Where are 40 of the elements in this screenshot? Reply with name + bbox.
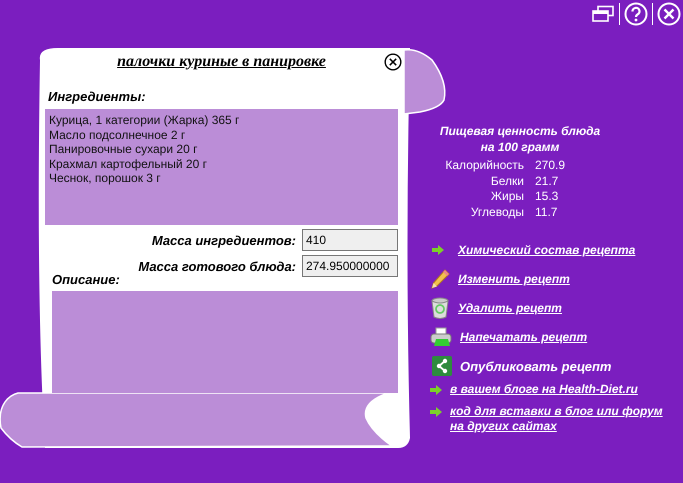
ingredients-label: Ингредиенты:	[48, 89, 147, 104]
action-link[interactable]: Химический состав рецепта	[458, 243, 636, 257]
mass-label: Масса готового блюда:	[138, 258, 296, 274]
action-link[interactable]: Удалить рецепт	[458, 301, 562, 315]
nutrient-value: 11.7	[535, 204, 558, 220]
nutrition-heading: на 100 грамм	[480, 139, 560, 155]
arrow-icon	[432, 245, 444, 255]
description-label: Описание:	[52, 272, 121, 287]
printer-icon	[430, 327, 452, 347]
mass-field[interactable]: 410	[302, 229, 398, 251]
recipe-title: палочки куриные в панировке	[117, 53, 326, 71]
action-link[interactable]: Изменить рецепт	[458, 272, 570, 286]
description-field[interactable]	[52, 291, 398, 393]
trash-can-icon	[431, 297, 449, 319]
arrow-icon	[430, 385, 442, 395]
nutrient-value: 21.7	[535, 174, 560, 189]
ingredient-line: Масло подсолнечное 2 г	[49, 128, 186, 142]
nutrient-name: Белки	[490, 174, 524, 189]
mass-label: Масса ингредиентов:	[152, 232, 296, 248]
publish-heading: Опубликовать рецепт	[460, 358, 612, 374]
publish-link[interactable]: в вашем блоге на Health-Diet.ru	[450, 382, 674, 397]
nutrient-name: Углеводы	[470, 204, 524, 220]
mass-field[interactable]: 274.950000000	[302, 255, 398, 277]
action-link[interactable]: Напечатать рецепт	[460, 330, 588, 344]
nutrient-name: Калорийность	[444, 158, 524, 174]
restore-window-icon[interactable]	[591, 5, 615, 23]
close-icon[interactable]	[384, 53, 402, 71]
nutrient-value: 15.3	[535, 189, 560, 204]
ingredient-line: Крахмал картофельный 20 г	[49, 156, 208, 171]
nutrition-heading: Пищевая ценность блюда	[440, 123, 600, 139]
arrow-icon	[430, 407, 442, 417]
ingredient-line: Панировочные сухари 20 г	[49, 142, 198, 156]
nutrient-name: Жиры	[490, 189, 524, 204]
pencil-icon	[430, 269, 450, 289]
help-icon[interactable]	[624, 2, 648, 26]
ingredient-line: Курица, 1 категории (Жарка) 365 г	[49, 113, 240, 128]
publish-link[interactable]: код для вставки в блог или форум на других сайтах	[450, 404, 674, 434]
share-icon	[432, 356, 452, 376]
nutrient-value: 270.9	[535, 158, 566, 174]
ingredient-line: Чеснок, порошок 3 г	[49, 171, 162, 186]
